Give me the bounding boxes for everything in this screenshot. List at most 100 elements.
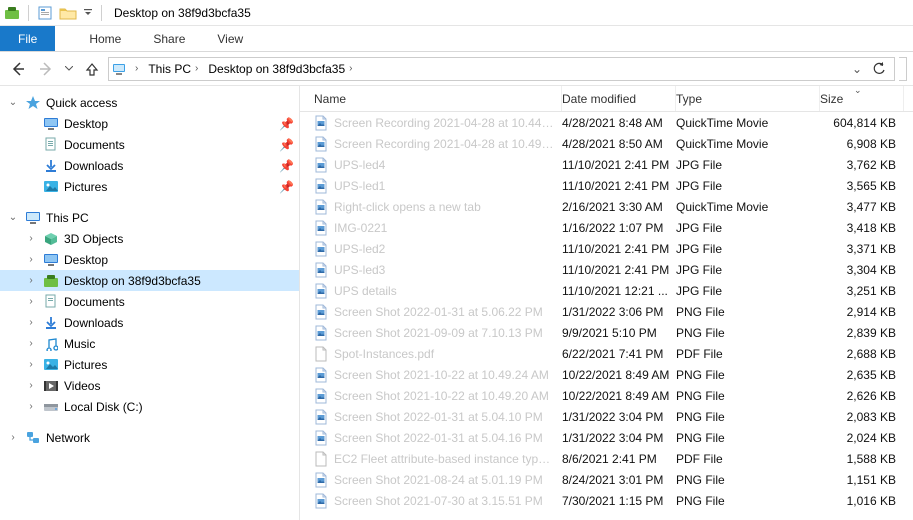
tree-qa-downloads[interactable]: Downloads 📌 [0,155,299,176]
file-row[interactable]: UPS-led311/10/2021 2:41 PMJPG File3,304 … [300,259,913,280]
forward-button[interactable] [34,57,58,81]
tab-home[interactable]: Home [73,26,137,51]
properties-icon[interactable] [37,5,53,21]
chevron-down-icon[interactable]: ⌄ [6,97,20,108]
navbar: › This PC› Desktop on 38f9d3bcfa35› ⌄ [0,52,913,86]
file-row[interactable]: Screen Shot 2021-10-22 at 10.49.20 AM10/… [300,385,913,406]
chevron-right-icon[interactable]: › [24,338,38,349]
file-icon [314,409,334,425]
file-row[interactable]: UPS-led411/10/2021 2:41 PMJPG File3,762 … [300,154,913,175]
tree-local-disk[interactable]: › Local Disk (C:) [0,396,299,417]
file-type: PNG File [676,494,820,508]
file-name: UPS-led3 [334,263,562,277]
back-button[interactable] [6,57,30,81]
chevron-right-icon[interactable]: › [24,401,38,412]
tree-qa-desktop[interactable]: Desktop 📌 [0,113,299,134]
file-icon [314,283,334,299]
file-row[interactable]: Screen Shot 2021-07-30 at 3.15.51 PM7/30… [300,490,913,511]
chevron-right-icon[interactable]: › [24,296,38,307]
tree-3d-objects[interactable]: › 3D Objects [0,228,299,249]
tree-desktop[interactable]: › Desktop [0,249,299,270]
tree-desktop-remote[interactable]: › Desktop on 38f9d3bcfa35 [0,270,299,291]
tree-videos[interactable]: › Videos [0,375,299,396]
qat-dropdown-icon[interactable] [83,9,93,17]
file-row[interactable]: Screen Shot 2021-09-09 at 7.10.13 PM9/9/… [300,322,913,343]
chevron-right-icon[interactable]: › [24,359,38,370]
file-row[interactable]: Screen Shot 2021-10-22 at 10.49.24 AM10/… [300,364,913,385]
file-size: 1,151 KB [820,473,896,487]
breadcrumb-this-pc[interactable]: This PC› [144,58,204,80]
chevron-right-icon[interactable]: › [131,63,142,74]
file-date: 8/6/2021 2:41 PM [562,452,676,466]
file-date: 1/31/2022 3:04 PM [562,410,676,424]
file-row[interactable]: EC2 Fleet attribute-based instance type … [300,448,913,469]
file-size: 3,371 KB [820,242,896,256]
file-row[interactable]: Screen Recording 2021-04-28 at 10.44.05 … [300,112,913,133]
chevron-right-icon[interactable]: › [24,254,38,265]
file-date: 7/30/2021 1:15 PM [562,494,676,508]
file-type: JPG File [676,263,820,277]
tree-qa-documents[interactable]: Documents 📌 [0,134,299,155]
tree-quick-access[interactable]: ⌄ Quick access [0,92,299,113]
file-row[interactable]: IMG-02211/16/2022 1:07 PMJPG File3,418 K… [300,217,913,238]
search-input[interactable] [899,57,907,81]
folder-icon[interactable] [59,6,77,20]
tree-music[interactable]: › Music [0,333,299,354]
file-icon [314,199,334,215]
address-bar[interactable]: › This PC› Desktop on 38f9d3bcfa35› ⌄ [108,57,895,81]
chevron-right-icon[interactable]: › [24,275,38,286]
file-rows: Screen Recording 2021-04-28 at 10.44.05 … [300,112,913,520]
file-row[interactable]: Spot-Instances.pdf6/22/2021 7:41 PMPDF F… [300,343,913,364]
col-size[interactable]: Size⌄ [820,86,904,111]
tree-network[interactable]: › Network [0,427,299,448]
file-name: UPS-led4 [334,158,562,172]
file-size: 3,251 KB [820,284,896,298]
up-button[interactable] [80,57,104,81]
file-row[interactable]: UPS-led211/10/2021 2:41 PMJPG File3,371 … [300,238,913,259]
address-dropdown-icon[interactable]: ⌄ [848,62,866,76]
file-type: PNG File [676,368,820,382]
file-row[interactable]: Screen Shot 2022-01-31 at 5.06.22 PM1/31… [300,301,913,322]
file-icon [314,493,334,509]
chevron-right-icon[interactable]: › [24,380,38,391]
tab-file[interactable]: File [0,26,55,51]
pc-icon [111,61,127,77]
file-row[interactable]: Right-click opens a new tab2/16/2021 3:3… [300,196,913,217]
file-type: QuickTime Movie [676,116,820,130]
file-row[interactable]: UPS details11/10/2021 12:21 ...JPG File3… [300,280,913,301]
recent-dropdown-icon[interactable] [62,57,76,81]
file-type: JPG File [676,242,820,256]
file-row[interactable]: Screen Shot 2022-01-31 at 5.04.16 PM1/31… [300,427,913,448]
col-date[interactable]: Date modified [562,86,676,111]
refresh-button[interactable] [868,62,890,76]
file-row[interactable]: Screen Shot 2022-01-31 at 5.04.10 PM1/31… [300,406,913,427]
tree-qa-pictures[interactable]: Pictures 📌 [0,176,299,197]
tab-share[interactable]: Share [137,26,201,51]
remote-folder-icon [42,273,60,289]
file-name: Screen Shot 2022-01-31 at 5.06.22 PM [334,305,562,319]
file-type: JPG File [676,221,820,235]
chevron-right-icon[interactable]: › [6,432,20,443]
chevron-right-icon[interactable]: › [191,63,202,74]
file-row[interactable]: UPS-led111/10/2021 2:41 PMJPG File3,565 … [300,175,913,196]
column-headers: Name Date modified Type Size⌄ [300,86,913,112]
file-type: JPG File [676,179,820,193]
col-name[interactable]: Name [314,86,562,111]
chevron-right-icon[interactable]: › [24,233,38,244]
breadcrumb-current[interactable]: Desktop on 38f9d3bcfa35› [204,58,358,80]
file-name: Screen Shot 2022-01-31 at 5.04.16 PM [334,431,562,445]
chevron-down-icon[interactable]: ⌄ [6,212,20,223]
file-name: UPS details [334,284,562,298]
tree-this-pc[interactable]: ⌄ This PC [0,207,299,228]
chevron-right-icon[interactable]: › [24,317,38,328]
chevron-right-icon[interactable]: › [345,63,356,74]
tree-pictures[interactable]: › Pictures [0,354,299,375]
file-row[interactable]: Screen Recording 2021-04-28 at 10.49.51 … [300,133,913,154]
tree-downloads[interactable]: › Downloads [0,312,299,333]
col-type[interactable]: Type [676,86,820,111]
tab-view[interactable]: View [201,26,259,51]
file-row[interactable]: Screen Shot 2021-08-24 at 5.01.19 PM8/24… [300,469,913,490]
tree-documents[interactable]: › Documents [0,291,299,312]
file-name: Screen Shot 2022-01-31 at 5.04.10 PM [334,410,562,424]
file-name: Screen Shot 2021-09-09 at 7.10.13 PM [334,326,562,340]
